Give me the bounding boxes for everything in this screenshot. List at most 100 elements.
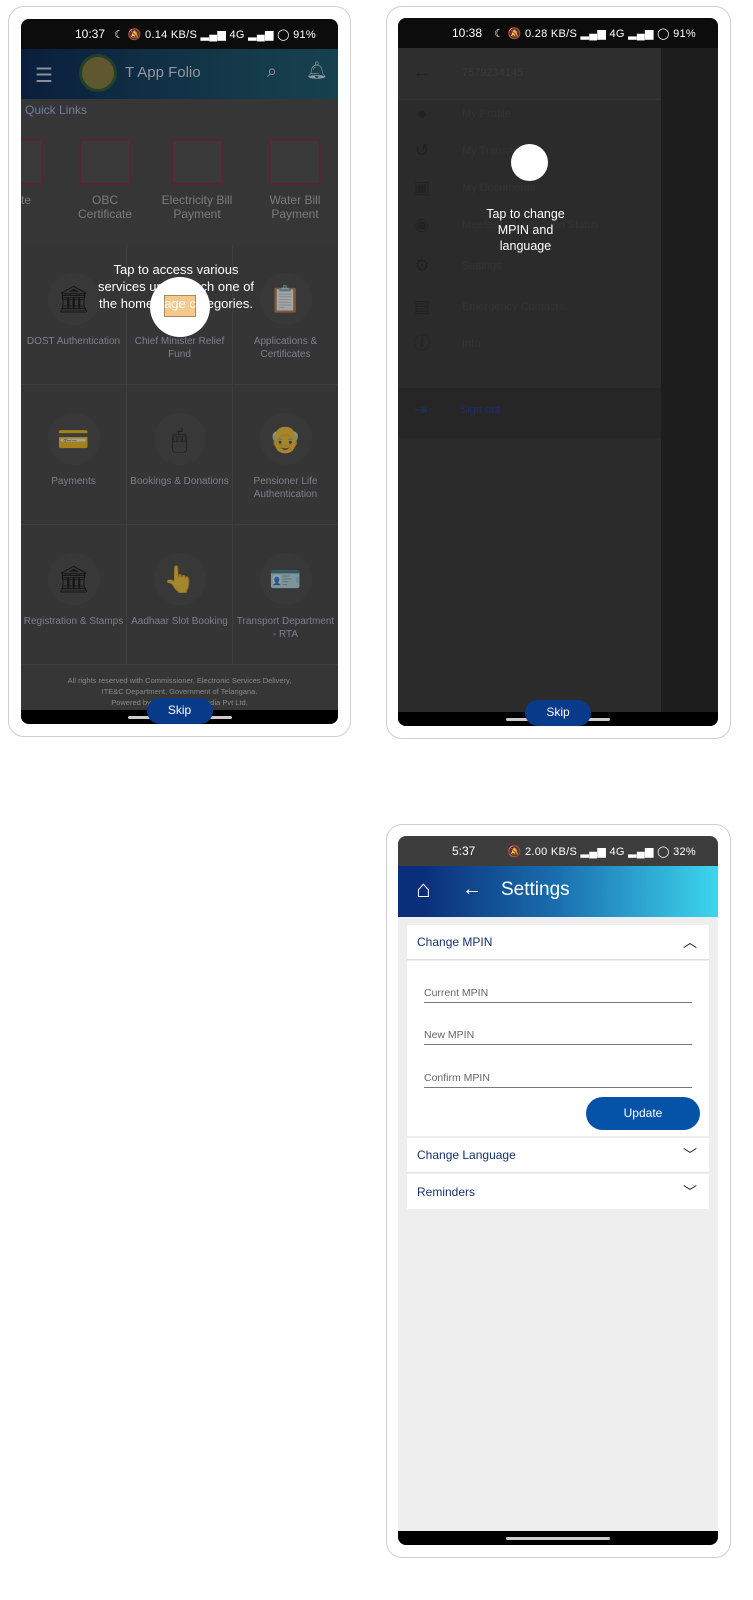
battery-level: 91% [673,27,696,40]
tutorial-tooltip: Tap to access various services under eac… [61,261,291,312]
quick-link-label[interactable]: Water Bill Payment [255,193,335,221]
status-bar: 10:37 ☾ 🔕 0.14 KB/S ▂▄▆ 4G ▂▄▆ ◯ 91% [21,19,338,49]
settings-header: ⌂ ← Settings [398,866,718,917]
category-icon: 💳 [47,413,100,465]
change-mpin-form: Current MPIN New MPIN Confirm MPIN Updat… [407,961,709,1136]
account-circle-icon: ● [416,104,428,123]
change-language-header[interactable]: Change Language ﹀ [407,1138,709,1173]
tooltip-line: MPIN and [497,223,554,237]
drawer-item[interactable]: ● My Profile [412,104,511,124]
home-icon[interactable]: ⌂ [416,876,431,904]
chevron-up-icon: ︿ [683,934,697,950]
category-icon: 🪪 [259,553,312,605]
footer-line: All rights reserved with Commissioner, E… [67,676,292,685]
reminders-label: Reminders [417,1184,476,1199]
quick-link-label[interactable]: Electricity Bill Payment [157,193,237,221]
certificate-icon[interactable] [21,139,43,185]
category-label: Payments [51,476,96,487]
change-mpin-header[interactable]: Change MPIN ︿ [407,925,709,960]
phone-number: 7579234145 [462,67,524,79]
drawer-screen: ← 7579234145 ● My Profile ↺ My Transactions… [398,18,718,726]
category-tile[interactable]: 💳 Payments [21,385,127,525]
drawer-item-label: Settings [462,260,502,272]
gear-icon: ⚙ [414,256,430,275]
sign-out-item[interactable]: ⇥ Sign out [398,388,661,438]
tooltip-line: services under each one of [97,279,255,294]
battery-level: 32% [673,845,696,858]
status-icons: ☾ 🔕 0.28 KB/S ▂▄▆ 4G ▂▄▆ ◯ [494,27,670,40]
category-label: Transport Department - RTA [236,616,335,640]
confirm-mpin-field[interactable]: Confirm MPIN [424,1072,692,1088]
quick-link-label[interactable]: ence ate [21,193,43,207]
category-icon: 🖱 [153,413,206,465]
phone-frame-settings: 5:37 🔕 2.00 KB/S ▂▄▆ 4G ▂▄▆ ◯ 32% ⌂ ← Set… [386,824,731,1558]
sign-out-label: Sign out [460,404,501,416]
telangana-emblem-logo [79,54,117,92]
drawer-item[interactable]: ⓘ Info [412,334,481,354]
update-button[interactable]: Update [586,1097,700,1130]
change-language-label: Change Language [417,1148,516,1162]
home-handle[interactable] [506,1537,610,1540]
footer-line: ITE&C Department, Government of Telangan… [101,687,258,696]
current-mpin-field[interactable]: Current MPIN [424,987,692,1003]
drawer-item-label: Info [462,338,481,350]
quick-links-title: Quick Links [25,103,88,117]
tooltip-line: Tap to access various [113,262,239,277]
drawer-item[interactable]: ⚙ Settings [412,256,502,276]
new-mpin-field[interactable]: New MPIN [424,1029,692,1045]
history-icon: ↺ [414,141,430,160]
search-icon[interactable]: ⌕ [267,61,277,82]
settings-screen: 5:37 🔕 2.00 KB/S ▂▄▆ 4G ▂▄▆ ◯ 32% ⌂ ← Set… [398,836,718,1545]
contact-card-icon: ▤ [413,297,431,316]
nav-bar [398,1531,718,1545]
back-arrow-icon[interactable]: ← [412,61,432,84]
tooltip-line: language [499,239,552,253]
category-label: Aadhaar Slot Booking [131,616,228,627]
status-time: 10:37 [75,27,106,41]
electricity-bulb-icon[interactable] [171,139,223,185]
skip-button[interactable]: Skip [146,698,213,724]
phone-frame-drawer: ← 7579234145 ● My Profile ↺ My Transactions… [386,6,731,739]
status-icons: 🔕 2.00 KB/S ▂▄▆ 4G ▂▄▆ ◯ [507,845,670,858]
status-time: 10:38 [452,26,483,40]
obc-certificate-icon[interactable] [79,139,131,185]
category-tile[interactable]: 🖱 Bookings & Donations [127,385,233,525]
reminders-header[interactable]: Reminders ﹀ [407,1174,709,1209]
tooltip-line: the home page categories. [99,296,253,311]
drawer-item-label: Emergency Contacts [462,301,565,313]
drawer-item[interactable]: ▣ My Documents [412,178,535,198]
category-tile[interactable]: 🏛 Registration & Stamps [21,525,127,665]
category-tile[interactable]: 👴 Pensioner Life Authentication [233,385,338,525]
status-bar: 10:38 ☾ 🔕 0.28 KB/S ▂▄▆ 4G ▂▄▆ ◯ 91% [398,18,718,48]
quick-link-label[interactable]: OBC Certificate [65,193,145,221]
spotlight-settings[interactable] [511,144,548,181]
drawer-item[interactable]: ▤ Emergency Contacts [412,297,564,317]
change-mpin-label: Change MPIN [417,935,493,949]
category-tile[interactable]: 👆 Aadhaar Slot Booking [127,525,233,665]
category-icon: 🏛 [47,553,100,605]
category-label: Applications & Certificates [253,336,318,360]
status-time: 5:37 [452,844,476,858]
skip-button[interactable]: Skip [525,700,591,726]
status-icons: ☾ 🔕 0.14 KB/S ▂▄▆ 4G ▂▄▆ ◯ [114,28,290,41]
category-label: Bookings & Donations [130,476,229,487]
page-title: Settings [501,879,570,900]
drawer-item-label: My Documents [462,182,536,194]
water-tap-icon[interactable] [269,139,321,185]
menu-icon[interactable]: ☰ [35,63,53,88]
category-tile[interactable]: 🪪 Transport Department - RTA [233,525,338,665]
category-label: DOST Authentication [26,336,121,347]
back-arrow-icon[interactable]: ← [462,878,482,901]
chevron-down-icon: ﹀ [683,1147,697,1163]
tooltip-line: Tap to change [486,207,565,221]
tutorial-tooltip: Tap to change MPIN and language [458,206,593,254]
drawer-header: ← 7579234145 [398,48,661,100]
battery-level: 91% [293,28,316,41]
category-icon: 👴 [259,413,312,465]
phone-frame-home: ☰ T App Folio ⌕ 🔔︎ Quick Links ence ate … [8,6,351,737]
chevron-down-icon: ﹀ [683,1183,697,1200]
eye-icon: ◉ [414,215,430,234]
photo-library-icon: ▣ [413,178,431,197]
drawer-item-label: My Profile [462,108,511,120]
bell-icon[interactable]: 🔔︎ [306,61,328,81]
